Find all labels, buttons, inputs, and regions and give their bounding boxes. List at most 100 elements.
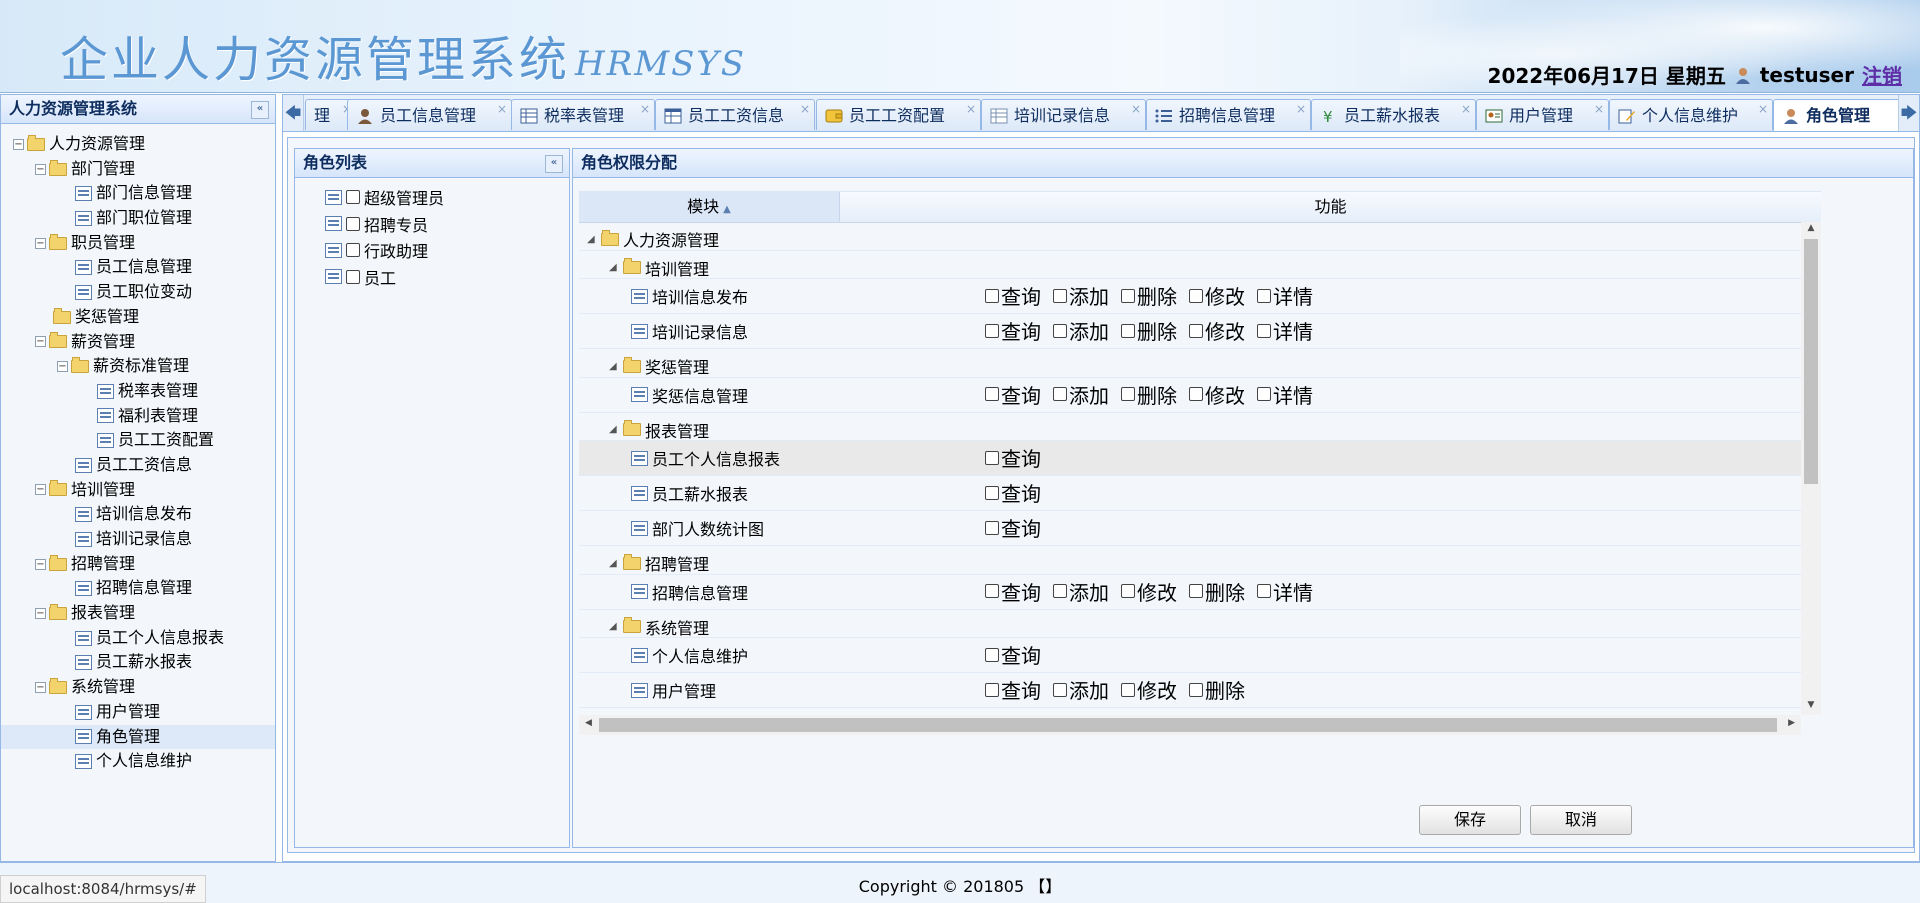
function-checkbox[interactable] xyxy=(1189,584,1203,598)
tree-leaf-training-record[interactable]: 培训记录信息 xyxy=(1,527,275,552)
permission-group-row[interactable]: ◢ 培训管理 xyxy=(579,251,1801,279)
tree-node-recruit[interactable]: − 招聘管理 xyxy=(1,552,275,577)
function-checkbox[interactable] xyxy=(1121,387,1135,401)
permission-row[interactable]: 用户管理 查询 添加 修改 删除 xyxy=(579,673,1801,708)
function-option[interactable]: 删除 xyxy=(1189,577,1245,606)
expand-triangle-icon[interactable]: ◢ xyxy=(609,262,619,273)
tab-salary-config[interactable]: 员工工资配置 × xyxy=(816,99,981,130)
tree-leaf-training-publish[interactable]: 培训信息发布 xyxy=(1,502,275,527)
function-option[interactable]: 详情 xyxy=(1257,316,1313,345)
permission-group-row[interactable]: ◢ 招聘管理 xyxy=(579,546,1801,575)
function-checkbox[interactable] xyxy=(985,647,999,662)
collapse-icon[interactable]: − xyxy=(35,558,46,570)
expand-triangle-icon[interactable]: ◢ xyxy=(609,424,619,435)
function-option[interactable]: 查询 xyxy=(985,577,1041,606)
function-checkbox[interactable] xyxy=(1053,323,1067,338)
collapse-west-button[interactable]: « xyxy=(251,101,269,119)
close-icon[interactable]: × xyxy=(497,100,507,125)
close-icon[interactable]: × xyxy=(1131,100,1141,125)
tree-leaf-employee-info[interactable]: 员工信息管理 xyxy=(1,255,275,280)
tree-leaf-salary-info[interactable]: 员工工资信息 xyxy=(1,453,275,478)
function-option[interactable]: 详情 xyxy=(1257,281,1313,310)
function-checkbox[interactable] xyxy=(1121,288,1135,303)
role-item[interactable]: 招聘专员 xyxy=(325,211,569,238)
scroll-thumb[interactable] xyxy=(599,718,1777,732)
function-option[interactable]: 添加 xyxy=(1053,380,1109,409)
function-option[interactable]: 详情 xyxy=(1257,380,1313,409)
permission-row[interactable]: 培训信息发布 查询 添加 删除 修改 详情 xyxy=(579,279,1801,314)
function-checkbox[interactable] xyxy=(985,288,999,303)
function-option[interactable]: 查询 xyxy=(985,513,1041,542)
function-option[interactable]: 添加 xyxy=(1053,675,1109,704)
scroll-left-icon[interactable]: ◀ xyxy=(585,718,592,728)
function-option[interactable]: 添加 xyxy=(1053,281,1109,310)
scroll-right-icon[interactable]: ▶ xyxy=(1788,718,1795,728)
horizontal-scrollbar[interactable]: ◀ ▶ xyxy=(579,715,1801,735)
function-checkbox[interactable] xyxy=(1053,584,1067,598)
function-option[interactable]: 查询 xyxy=(985,675,1041,704)
tree-leaf-personal-maintain[interactable]: 个人信息维护 xyxy=(1,749,275,774)
expand-triangle-icon[interactable]: ◢ xyxy=(609,361,619,372)
function-option[interactable]: 详情 xyxy=(1257,577,1313,606)
role-checkbox[interactable] xyxy=(346,269,360,284)
logout-link[interactable]: 注销 xyxy=(1862,60,1902,89)
function-option[interactable]: 查询 xyxy=(985,380,1041,409)
function-option[interactable]: 修改 xyxy=(1121,577,1177,606)
column-module-header[interactable]: 模块 ▲ xyxy=(579,192,840,222)
tree-leaf-personal-report[interactable]: 员工个人信息报表 xyxy=(1,626,275,651)
function-option[interactable]: 查询 xyxy=(985,443,1041,472)
function-checkbox[interactable] xyxy=(985,682,999,697)
tree-node-salary[interactable]: − 薪资管理 xyxy=(1,330,275,355)
tree-leaf-position-change[interactable]: 员工职位变动 xyxy=(1,280,275,305)
tree-node-training[interactable]: − 培训管理 xyxy=(1,478,275,503)
tab-scroll-left-icon[interactable]: 🡄 xyxy=(283,95,304,131)
expand-triangle-icon[interactable]: ◢ xyxy=(609,558,619,569)
expand-triangle-icon[interactable]: ◢ xyxy=(587,234,597,245)
collapse-icon[interactable]: − xyxy=(35,607,46,619)
role-item[interactable]: 超级管理员 xyxy=(325,184,569,211)
scroll-up-icon[interactable]: ▲ xyxy=(1801,223,1821,237)
tab-salary-report[interactable]: ¥ 员工薪水报表 × xyxy=(1311,99,1476,130)
tab-salary-info[interactable]: 员工工资信息 × xyxy=(655,99,815,130)
function-checkbox[interactable] xyxy=(1053,288,1067,303)
role-item[interactable]: 员工 xyxy=(325,264,569,291)
collapse-icon[interactable]: − xyxy=(35,336,46,348)
tree-leaf-welfare-table[interactable]: 福利表管理 xyxy=(1,404,275,429)
function-checkbox[interactable] xyxy=(1189,288,1203,303)
tab-recruit-info[interactable]: 招聘信息管理 × xyxy=(1146,99,1311,130)
collapse-role-panel-button[interactable]: « xyxy=(545,155,563,173)
function-checkbox[interactable] xyxy=(985,323,999,338)
function-option[interactable]: 添加 xyxy=(1053,316,1109,345)
tree-leaf-role-manage[interactable]: 角色管理 xyxy=(1,724,275,750)
tree-node-salary-standard[interactable]: − 薪资标准管理 xyxy=(1,354,275,379)
cancel-button[interactable]: 取消 xyxy=(1530,805,1632,835)
function-option[interactable]: 添加 xyxy=(1053,577,1109,606)
collapse-icon[interactable]: − xyxy=(35,163,46,175)
close-icon[interactable]: × xyxy=(1296,100,1306,125)
scroll-thumb[interactable] xyxy=(1804,239,1818,484)
function-option[interactable]: 删除 xyxy=(1121,380,1177,409)
expand-triangle-icon[interactable]: ◢ xyxy=(609,621,619,632)
permission-row[interactable]: 招聘信息管理 查询 添加 修改 删除 详情 xyxy=(579,575,1801,610)
function-checkbox[interactable] xyxy=(1053,387,1067,401)
role-checkbox[interactable] xyxy=(346,243,360,258)
tab-personal-maintain[interactable]: 个人信息维护 × xyxy=(1609,99,1773,130)
function-checkbox[interactable] xyxy=(985,584,999,598)
tab-user-manage[interactable]: 用户管理 × xyxy=(1476,99,1609,130)
permission-group-row[interactable]: ◢ 系统管理 xyxy=(579,610,1801,638)
function-checkbox[interactable] xyxy=(1121,682,1135,697)
function-option[interactable]: 修改 xyxy=(1189,281,1245,310)
tree-leaf-salary-report[interactable]: 员工薪水报表 xyxy=(1,650,275,675)
collapse-icon[interactable]: − xyxy=(35,484,46,496)
function-checkbox[interactable] xyxy=(985,485,999,500)
function-checkbox[interactable] xyxy=(1257,323,1271,338)
function-checkbox[interactable] xyxy=(985,520,999,535)
function-checkbox[interactable] xyxy=(1257,387,1271,401)
close-icon[interactable]: × xyxy=(1758,100,1768,125)
collapse-icon[interactable]: − xyxy=(35,681,46,693)
vertical-scrollbar[interactable]: ▲ ▼ xyxy=(1801,222,1821,715)
permission-row[interactable]: 培训记录信息 查询 添加 删除 修改 详情 xyxy=(579,314,1801,349)
tab-training-record[interactable]: 培训记录信息 × xyxy=(981,99,1146,130)
tree-leaf-tax-table[interactable]: 税率表管理 xyxy=(1,379,275,404)
tree-leaf-recruit-info[interactable]: 招聘信息管理 xyxy=(1,576,275,601)
